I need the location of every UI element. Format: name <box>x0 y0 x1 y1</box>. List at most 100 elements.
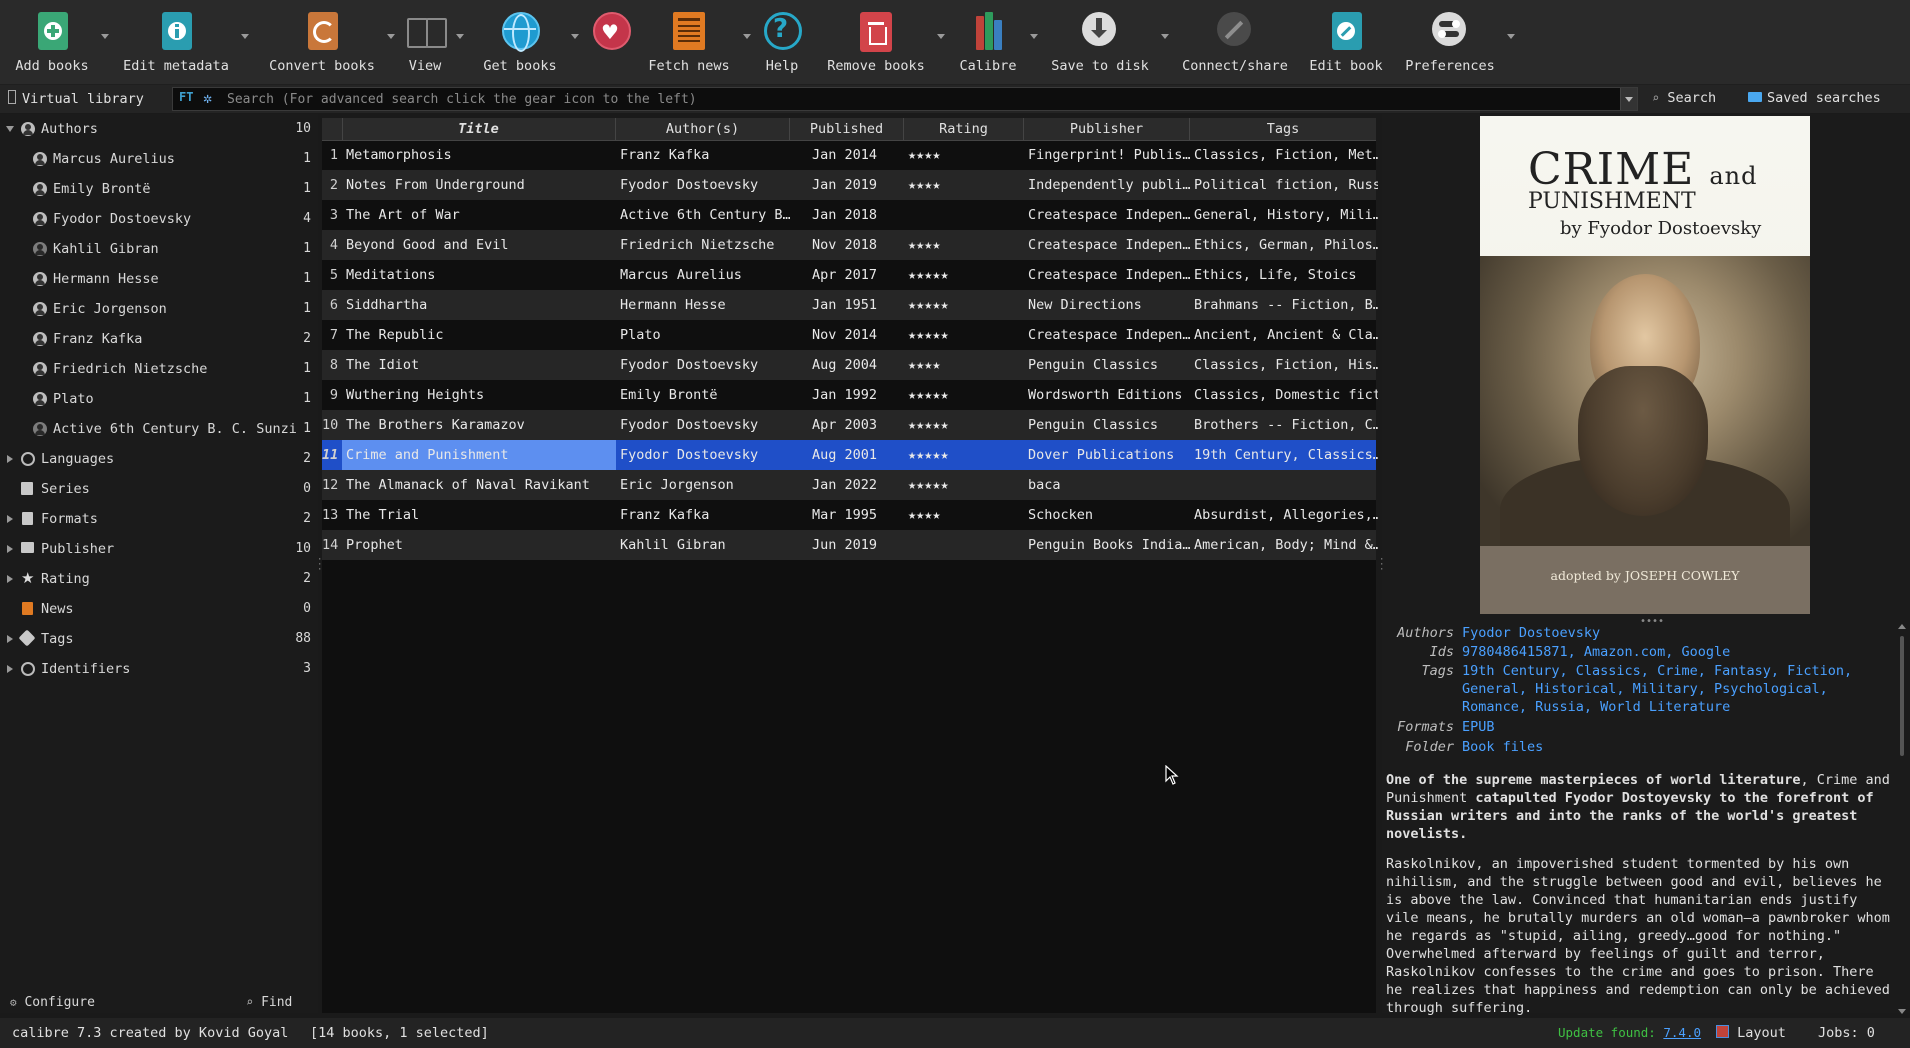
cell-publisher[interactable]: Wordsworth Editions <box>1024 380 1190 410</box>
book-cover-image[interactable]: CRIME and PUNISHMENT by Fyodor Dostoevsk… <box>1480 116 1810 614</box>
column-header-authors[interactable]: Author(s) <box>616 118 790 140</box>
cell-author[interactable]: Franz Kafka <box>616 140 790 170</box>
cell-title[interactable]: The Almanack of Naval Ravikant <box>342 470 616 500</box>
meta-tags-line[interactable]: Romance, Russia, World Literature <box>1462 699 1730 715</box>
expand-arrow-icon[interactable] <box>7 635 13 643</box>
expand-arrow-icon[interactable] <box>7 545 13 553</box>
jobs-indicator[interactable]: Jobs: 0 <box>1818 1025 1875 1041</box>
cell-tags[interactable]: American, Body; Mind &… <box>1190 530 1378 560</box>
scroll-down-arrow-icon[interactable] <box>1898 1009 1906 1014</box>
find-button[interactable]: ⌕ Find <box>246 995 292 1010</box>
cell-rating[interactable]: ★★★★ <box>904 170 1024 200</box>
virtual-library-button[interactable]: Virtual library <box>8 90 144 107</box>
connect-share-button[interactable]: Connect/share <box>1180 4 1290 80</box>
cell-rating[interactable] <box>904 200 1024 230</box>
help-button[interactable]: ? Help <box>758 4 806 80</box>
cell-tags[interactable]: Classics, Fiction, His… <box>1190 350 1378 380</box>
cell-title[interactable]: Metamorphosis <box>342 140 616 170</box>
search-history-dropdown[interactable] <box>1620 88 1637 110</box>
cell-published[interactable]: Jan 2019 <box>790 170 922 200</box>
cell-author[interactable]: Fyodor Dostoevsky <box>616 170 790 200</box>
cell-published[interactable]: Apr 2003 <box>790 410 922 440</box>
cell-publisher[interactable]: Createspace Indepen… <box>1024 320 1190 350</box>
author-item[interactable]: Hermann Hesse 1 <box>0 264 318 294</box>
tag-browser-node-series[interactable]: Series 0 <box>0 474 318 504</box>
cell-rating[interactable]: ★★★★★ <box>904 290 1024 320</box>
saved-searches-button[interactable]: Saved searches <box>1748 90 1881 106</box>
donate-heart-button[interactable]: ♥ <box>588 4 634 80</box>
expand-arrow-icon[interactable] <box>7 515 13 523</box>
tag-browser-node-languages[interactable]: Languages 2 <box>0 444 318 474</box>
table-row[interactable]: 7 The Republic Plato Nov 2014 ★★★★★ Createspa… <box>322 320 1378 350</box>
table-row[interactable]: 12 The Almanack of Naval Ravikant Eric Jor… <box>322 470 1376 500</box>
author-item[interactable]: Marcus Aurelius 1 <box>0 144 318 174</box>
table-row[interactable]: 1 Metamorphosis Franz Kafka Jan 2014 ★★★★ Fin… <box>322 140 1378 170</box>
edit-metadata-button[interactable]: Edit metadata <box>122 4 230 80</box>
cell-title[interactable]: Prophet <box>342 530 616 560</box>
cell-title[interactable]: Siddhartha <box>342 290 616 320</box>
cell-title[interactable]: The Idiot <box>342 350 616 380</box>
cell-rating[interactable]: ★★★★★ <box>904 380 1024 410</box>
cell-rating[interactable]: ★★★★★ <box>904 260 1024 290</box>
cell-rating[interactable]: ★★★★★ <box>904 410 1024 440</box>
cell-publisher[interactable]: Penguin Books India… <box>1024 530 1190 560</box>
cell-title[interactable]: Wuthering Heights <box>342 380 616 410</box>
cell-tags[interactable]: Ethics, Life, Stoics <box>1190 260 1378 290</box>
cell-tags[interactable]: Classics, Domestic fict… <box>1190 380 1378 410</box>
cell-published[interactable]: Mar 1995 <box>790 500 922 530</box>
table-row[interactable]: 10 The Brothers Karamazov Fyodor Dostoevsk… <box>322 410 1378 440</box>
author-item[interactable]: Kahlil Gibran 1 <box>0 234 318 264</box>
cell-title[interactable]: The Art of War <box>342 200 616 230</box>
remove-books-dropdown-arrow[interactable] <box>937 34 945 39</box>
update-version-link[interactable]: 7.4.0 <box>1663 1025 1701 1040</box>
table-row[interactable]: 2 Notes From Underground Fyodor Dostoevsky… <box>322 170 1378 200</box>
table-row[interactable]: 8 The Idiot Fyodor Dostoevsky Aug 2004 ★★★★ P… <box>322 350 1378 380</box>
gear-icon[interactable]: ✲ <box>203 89 212 107</box>
cell-publisher[interactable]: Fingerprint! Publis… <box>1024 140 1190 170</box>
cell-author[interactable]: Active 6th Century B… <box>616 200 790 230</box>
add-books-dropdown-arrow[interactable] <box>101 34 109 39</box>
cell-published[interactable]: Jan 1951 <box>790 290 922 320</box>
cell-title[interactable]: Beyond Good and Evil <box>342 230 616 260</box>
cell-author[interactable]: Eric Jorgenson <box>616 470 790 500</box>
cell-publisher[interactable]: Createspace Indepen… <box>1024 260 1190 290</box>
details-scrollbar[interactable] <box>1898 624 1906 1014</box>
cell-rating[interactable]: ★★★★★ <box>904 320 1024 350</box>
cell-publisher[interactable]: Independently publi… <box>1024 170 1190 200</box>
edit-book-button[interactable]: Edit book <box>1306 4 1386 80</box>
author-item[interactable]: Franz Kafka 2 <box>0 324 318 354</box>
expand-arrow-icon[interactable] <box>7 575 13 583</box>
table-row[interactable]: 5 Meditations Marcus Aurelius Apr 2017 ★★★★★… <box>322 260 1376 290</box>
get-books-dropdown-arrow[interactable] <box>571 34 579 39</box>
table-row[interactable]: 14 Prophet Kahlil Gibran Jun 2019 Penguin Bo… <box>322 530 1378 560</box>
convert-books-button[interactable]: Convert books <box>268 4 376 80</box>
cell-publisher[interactable]: baca <box>1024 470 1190 500</box>
author-item[interactable]: Plato 1 <box>0 384 318 414</box>
column-header-title[interactable]: Title <box>342 118 616 140</box>
cell-rating[interactable] <box>904 530 1024 560</box>
cell-author[interactable]: Marcus Aurelius <box>616 260 790 290</box>
preferences-dropdown-arrow[interactable] <box>1507 34 1515 39</box>
remove-books-button[interactable]: Remove books <box>826 4 926 80</box>
cell-published[interactable]: Nov 2018 <box>790 230 922 260</box>
cell-rating[interactable]: ★★★★ <box>904 350 1024 380</box>
cell-publisher[interactable]: New Directions <box>1024 290 1190 320</box>
cell-author[interactable]: Emily Brontë <box>616 380 790 410</box>
cell-published[interactable]: Jan 2022 <box>790 470 922 500</box>
cell-author[interactable]: Kahlil Gibran <box>616 530 790 560</box>
scroll-thumb[interactable] <box>1900 636 1904 756</box>
search-button[interactable]: ⌕ Search <box>1652 90 1716 106</box>
cell-published[interactable]: Aug 2001 <box>790 440 922 470</box>
fetch-news-dropdown-arrow[interactable] <box>743 34 751 39</box>
fetch-news-button[interactable]: Fetch news <box>644 4 734 80</box>
cell-author[interactable]: Fyodor Dostoevsky <box>616 410 790 440</box>
cell-publisher[interactable]: Schocken <box>1024 500 1190 530</box>
column-header-publisher[interactable]: Publisher <box>1024 118 1190 140</box>
left-splitter-handle[interactable]: · · · <box>317 556 322 575</box>
cell-rating[interactable]: ★★★★ <box>904 140 1024 170</box>
cell-title[interactable]: The Trial <box>342 500 616 530</box>
edit-metadata-dropdown-arrow[interactable] <box>241 34 249 39</box>
table-row[interactable]: 3 The Art of War Active 6th Century B… Jan … <box>322 200 1378 230</box>
tag-browser-node-rating[interactable]: ★ Rating 2 <box>0 564 318 594</box>
meta-ids-links[interactable]: 9780486415871, Amazon.com, Google <box>1462 644 1730 660</box>
